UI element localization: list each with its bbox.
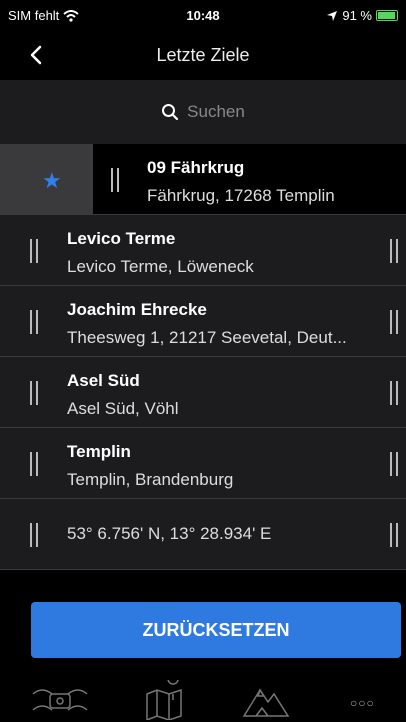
destination-subtitle: Asel Süd, Vöhl bbox=[67, 399, 179, 418]
destination-subtitle: Theesweg 1, 21217 Seevetal, Deut... bbox=[67, 328, 347, 347]
reorder-handle-icon[interactable] bbox=[390, 452, 398, 476]
list-item[interactable]: Asel Süd Asel Süd, Vöhl bbox=[0, 357, 406, 428]
drag-handle-icon[interactable] bbox=[111, 168, 119, 192]
battery-percent: 91 % bbox=[342, 8, 372, 23]
tab-bar: ○○○ bbox=[0, 676, 406, 722]
destination-list: ★ 09 Fährkrug Fährkrug, 17268 Templin Le… bbox=[0, 144, 406, 570]
reorder-handle-icon[interactable] bbox=[390, 310, 398, 334]
list-item[interactable]: Joachim Ehrecke Theesweg 1, 21217 Seevet… bbox=[0, 286, 406, 357]
search-icon bbox=[162, 104, 179, 121]
nav-bar: Letzte Ziele bbox=[0, 30, 406, 80]
destination-subtitle: Fährkrug, 17268 Templin bbox=[147, 186, 335, 205]
reorder-handle-icon[interactable] bbox=[390, 239, 398, 263]
list-item[interactable]: 53° 6.756' N, 13° 28.934' E bbox=[0, 499, 406, 570]
map-icon[interactable] bbox=[143, 680, 187, 720]
list-item[interactable]: Templin Templin, Brandenburg bbox=[0, 428, 406, 499]
drag-handle-icon[interactable] bbox=[30, 310, 38, 334]
destination-coordinates: 53° 6.756' N, 13° 28.934' E bbox=[67, 524, 272, 543]
search-placeholder: Suchen bbox=[187, 102, 245, 121]
search-content: Suchen bbox=[0, 102, 406, 122]
battery-icon bbox=[376, 10, 398, 21]
location-arrow-icon bbox=[327, 10, 338, 21]
reorder-handle-icon[interactable] bbox=[390, 381, 398, 405]
status-bar: SIM fehlt 10:48 91 % bbox=[0, 0, 406, 30]
destination-title: Levico Terme bbox=[67, 229, 176, 248]
favorite-toggle[interactable]: ★ bbox=[0, 144, 93, 215]
more-icon[interactable]: ○○○ bbox=[350, 696, 375, 710]
status-right: 91 % bbox=[326, 8, 398, 23]
destination-subtitle: Templin, Brandenburg bbox=[67, 470, 234, 489]
destination-subtitle: Levico Terme, Löweneck bbox=[67, 257, 254, 276]
drag-handle-icon[interactable] bbox=[30, 452, 38, 476]
destination-title: 09 Fährkrug bbox=[147, 158, 245, 177]
reset-button[interactable]: ZURÜCKSETZEN bbox=[31, 602, 401, 658]
page-title: Letzte Ziele bbox=[156, 45, 250, 65]
drag-handle-icon[interactable] bbox=[30, 239, 38, 263]
destination-title: Asel Süd bbox=[67, 371, 140, 390]
drag-handle-icon[interactable] bbox=[30, 381, 38, 405]
drag-handle-icon[interactable] bbox=[30, 523, 38, 547]
reorder-handle-icon[interactable] bbox=[390, 523, 398, 547]
star-icon[interactable]: ★ bbox=[42, 168, 62, 194]
list-item[interactable]: Levico Terme Levico Terme, Löweneck bbox=[0, 215, 406, 286]
search-bar[interactable]: Suchen bbox=[0, 80, 406, 144]
mountain-icon[interactable] bbox=[242, 680, 290, 720]
list-item[interactable]: ★ 09 Fährkrug Fährkrug, 17268 Templin bbox=[0, 144, 406, 215]
motorcycle-icon[interactable] bbox=[30, 680, 90, 718]
destination-title: Templin bbox=[67, 442, 131, 461]
destination-title: Joachim Ehrecke bbox=[67, 300, 207, 319]
